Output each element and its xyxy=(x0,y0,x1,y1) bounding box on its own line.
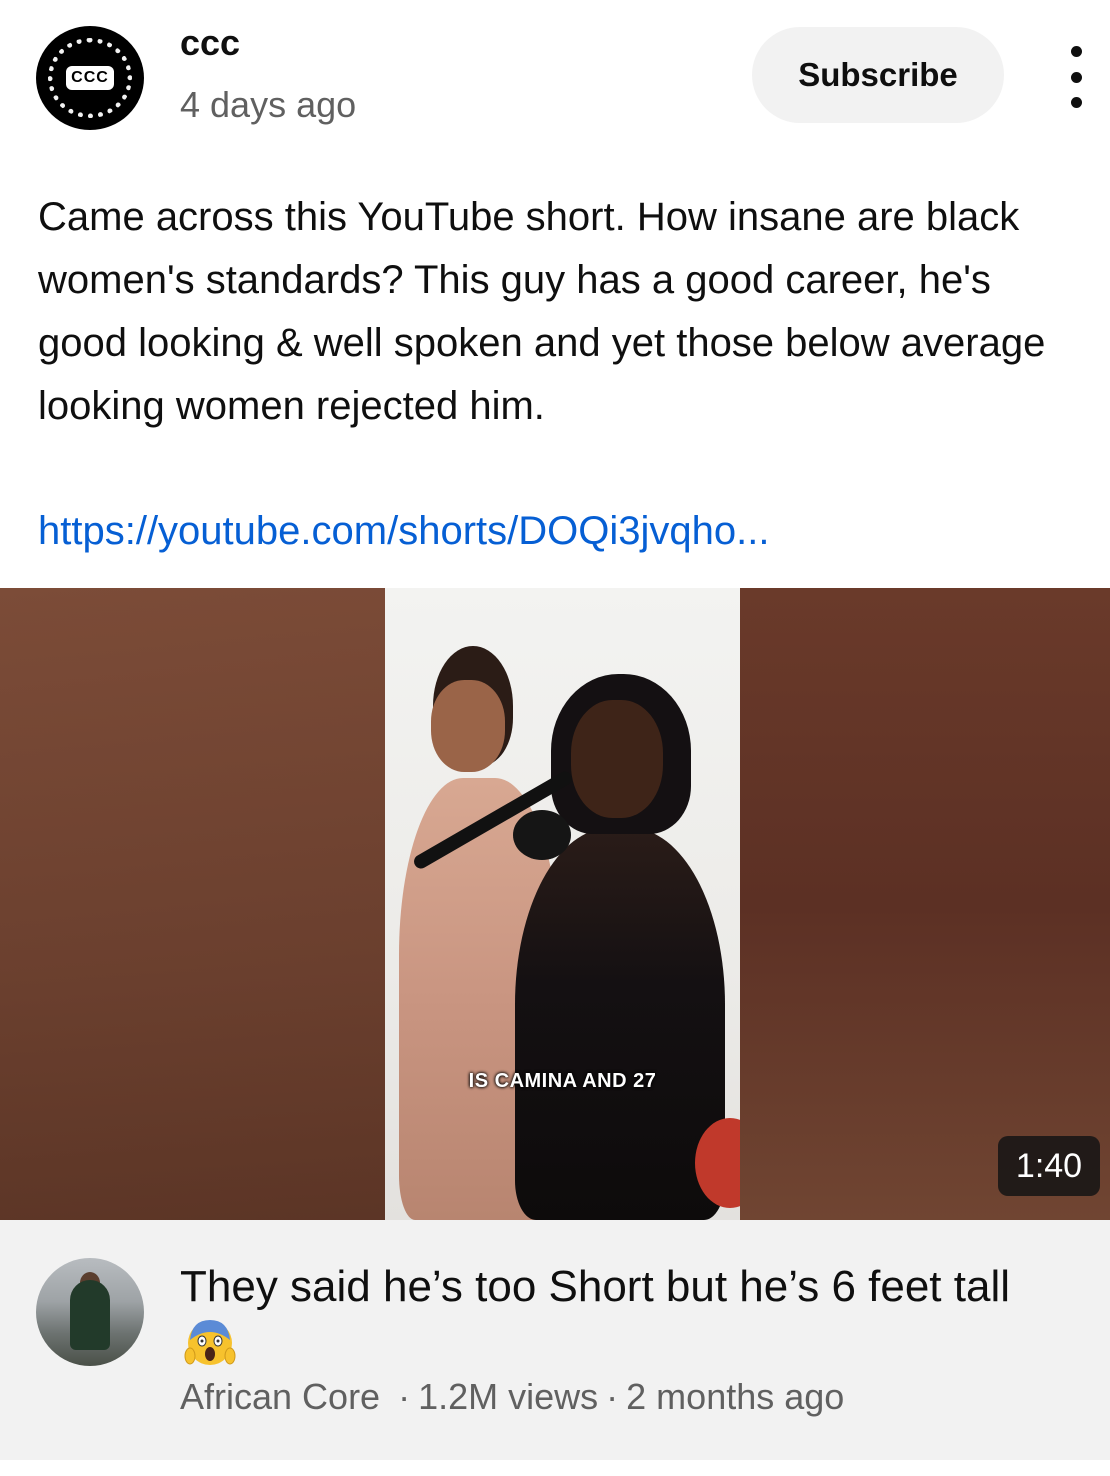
more-options-icon[interactable] xyxy=(1054,46,1098,108)
post-text: Came across this YouTube short. How insa… xyxy=(38,195,1046,428)
meta-separator: · xyxy=(606,1376,619,1417)
avatar-body xyxy=(70,1280,110,1350)
face-screaming-in-fear-icon xyxy=(184,1320,236,1365)
video-info[interactable]: They said he’s too Short but he’s 6 feet… xyxy=(0,1220,1110,1460)
duration-badge: 1:40 xyxy=(998,1136,1100,1196)
channel-avatar[interactable]: CCC xyxy=(36,26,144,130)
thumbnail-blur-right xyxy=(740,588,1110,1220)
subscribe-button[interactable]: Subscribe xyxy=(752,27,1004,123)
post-link[interactable]: https://youtube.com/shorts/DOQi3jvqho... xyxy=(38,500,769,563)
figure-right-face xyxy=(571,700,663,818)
post-timestamp: 4 days ago xyxy=(180,84,357,125)
uploader-avatar[interactable] xyxy=(36,1258,144,1366)
thumbnail-blur-left xyxy=(0,588,385,1220)
avatar-logo-text: CCC xyxy=(66,66,114,90)
figure-right-body xyxy=(515,828,725,1220)
figure-left-face xyxy=(431,680,505,772)
video-meta: African Core · 1.2M views · 2 months ago xyxy=(180,1376,844,1418)
video-age: 2 months ago xyxy=(626,1376,845,1417)
channel-name[interactable]: ccc xyxy=(180,22,240,64)
meta-separator: · xyxy=(398,1376,411,1417)
video-title[interactable]: They said he’s too Short but he’s 6 feet… xyxy=(180,1258,1060,1375)
short-video-frame: IS CAMINA AND 27 xyxy=(385,588,740,1220)
microphone-icon xyxy=(513,810,571,860)
video-views: 1.2M views xyxy=(418,1376,599,1417)
video-caption: IS CAMINA AND 27 xyxy=(468,1070,657,1092)
video-channel-name[interactable]: African Core xyxy=(180,1376,380,1417)
video-thumbnail[interactable]: IS CAMINA AND 27 1:40 xyxy=(0,588,1110,1220)
video-title-text: They said he’s too Short but he’s 6 feet… xyxy=(180,1262,1011,1311)
post-header: CCC ccc 4 days ago Subscribe xyxy=(0,0,1110,160)
